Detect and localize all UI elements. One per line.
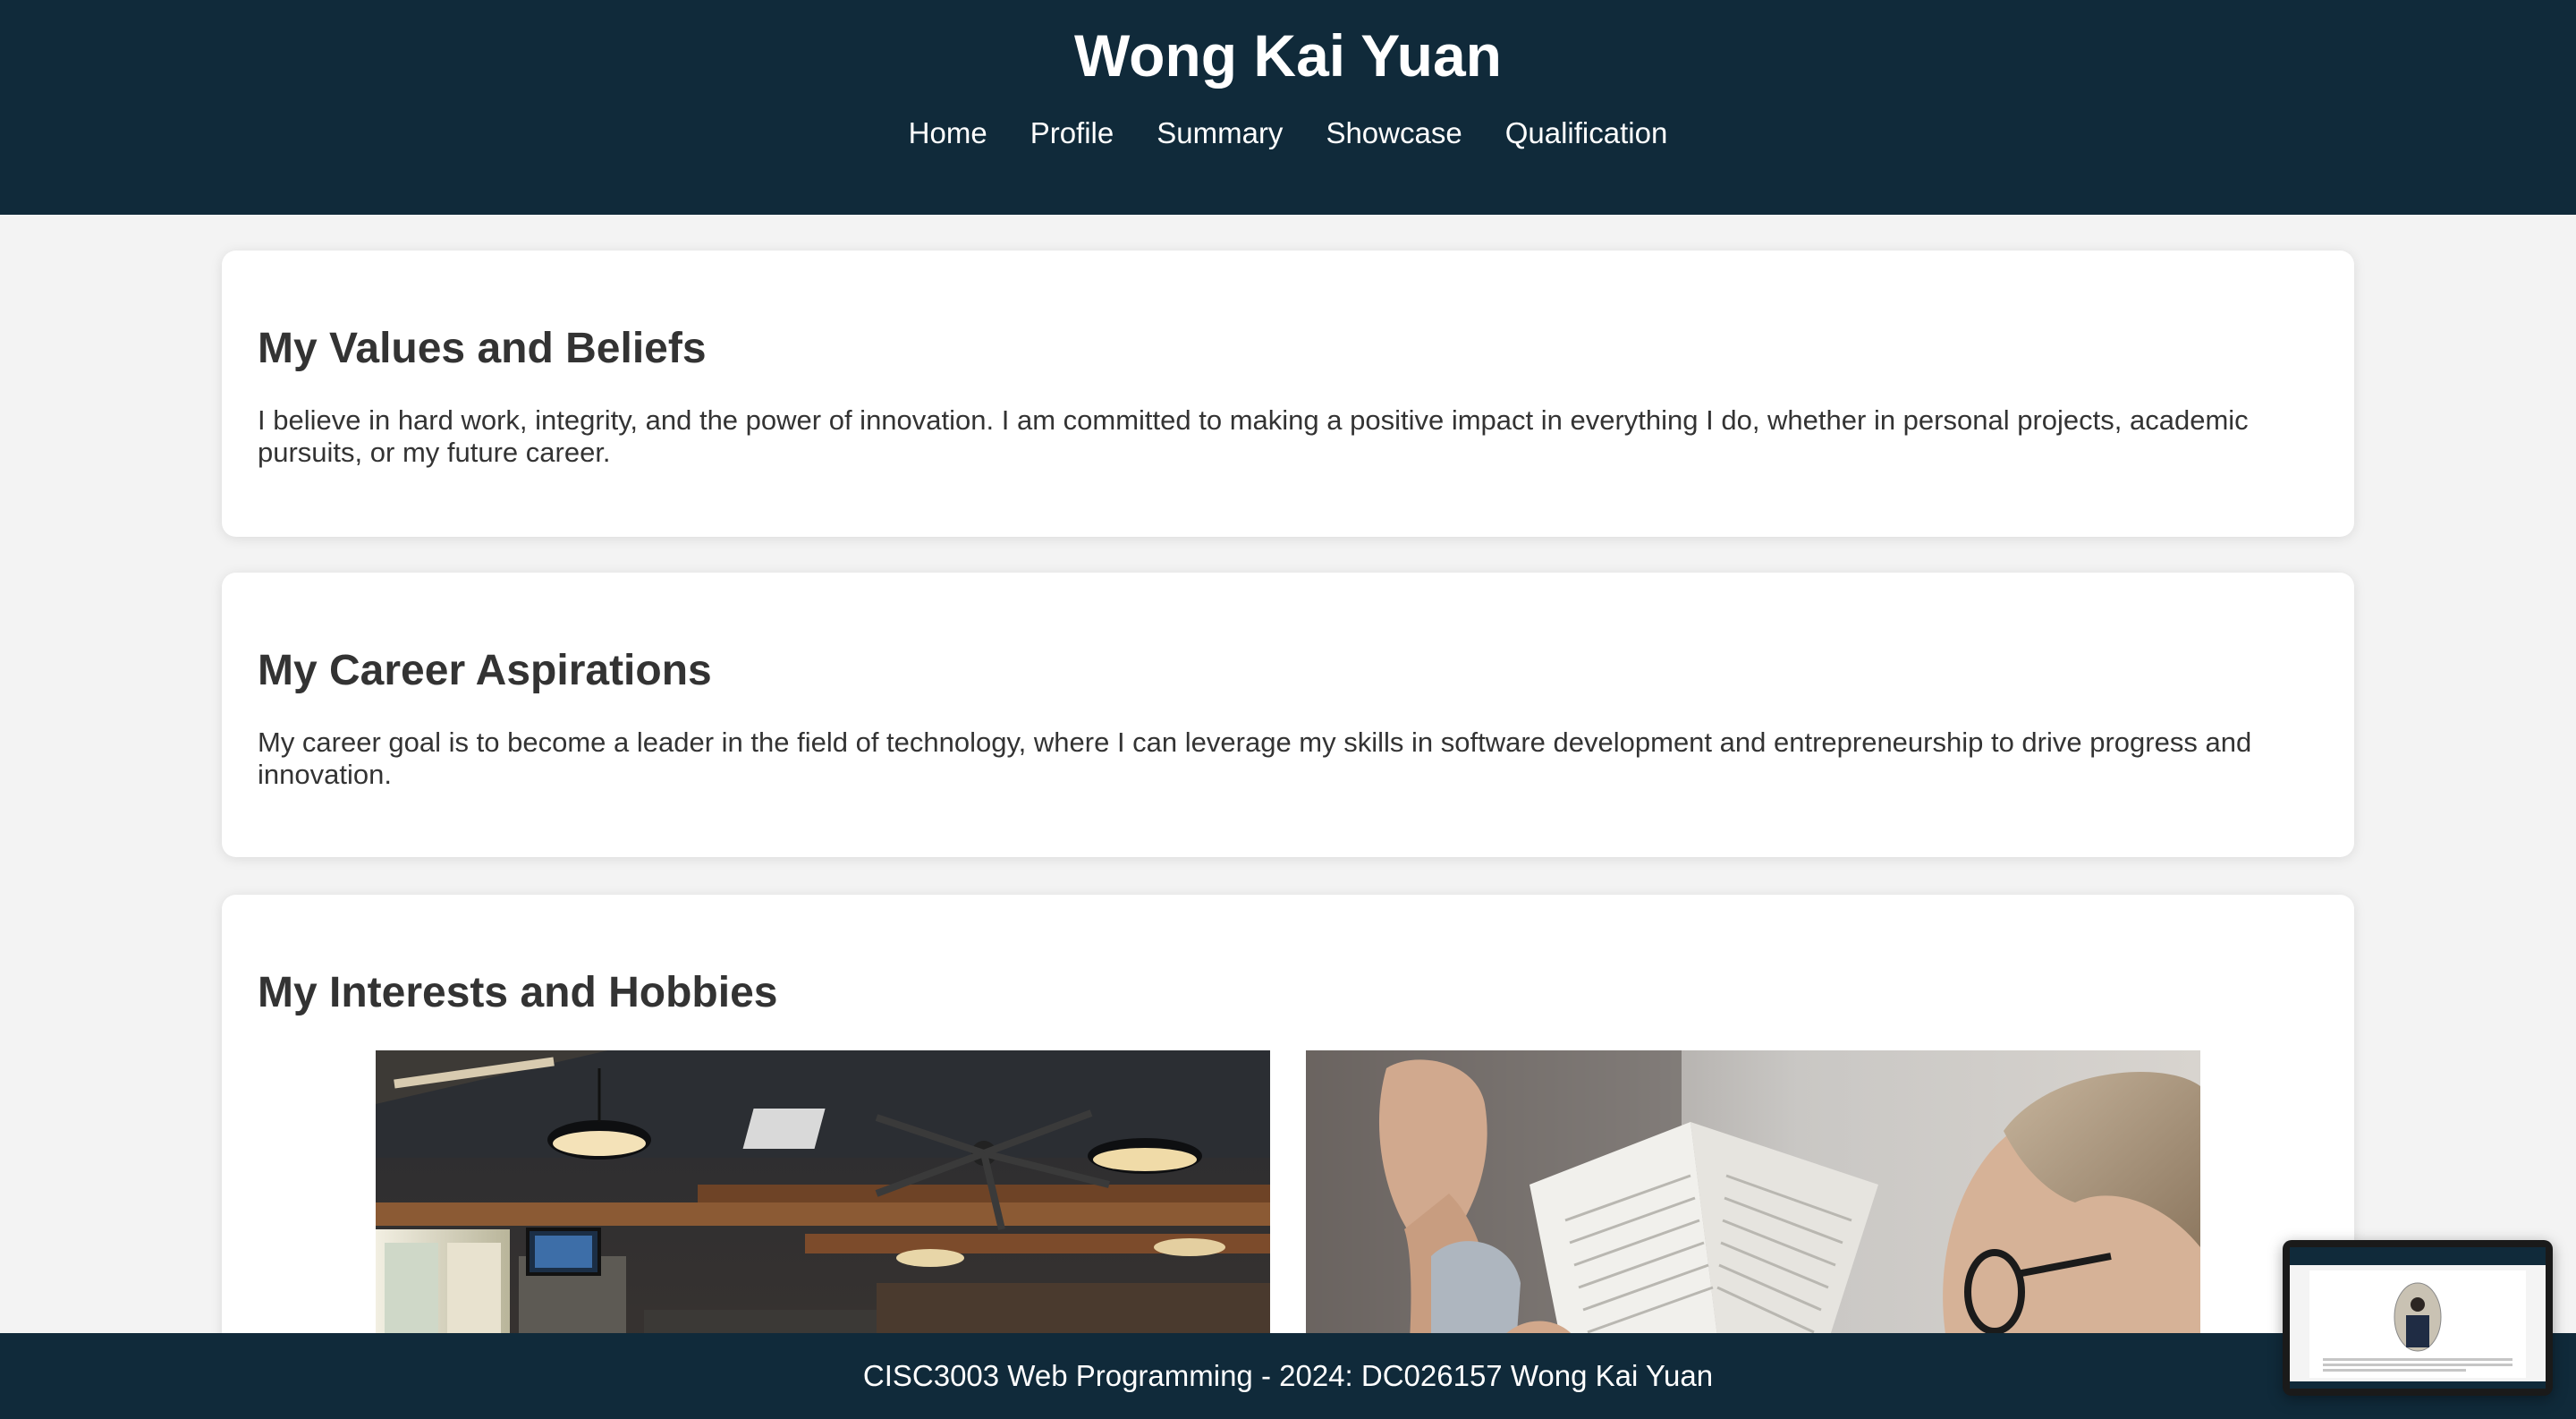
values-heading: My Values and Beliefs: [258, 325, 707, 372]
main-nav: Home Profile Summary Showcase Qualificat…: [0, 111, 2576, 156]
site-header: Wong Kai Yuan Home Profile Summary Showc…: [0, 0, 2576, 215]
nav-profile-link[interactable]: Profile: [1030, 111, 1114, 156]
site-footer: CISC3003 Web Programming - 2024: DC02615…: [0, 1333, 2576, 1419]
career-text: My career goal is to become a leader in …: [258, 726, 2252, 790]
values-text: I believe in hard work, integrity, and t…: [258, 404, 2249, 468]
nav-home-link[interactable]: Home: [909, 111, 987, 156]
picture-in-picture-preview[interactable]: [2283, 1240, 2553, 1396]
pip-screen: [2290, 1247, 2546, 1389]
pip-footer: [2290, 1381, 2546, 1389]
nav-qualification-link[interactable]: Qualification: [1505, 111, 1668, 156]
nav-summary-link[interactable]: Summary: [1157, 111, 1283, 156]
career-card: My Career Aspirations My career goal is …: [222, 573, 2354, 857]
values-card: My Values and Beliefs I believe in hard …: [222, 251, 2354, 537]
nav-showcase-link[interactable]: Showcase: [1326, 111, 1462, 156]
pip-avatar-icon: [2323, 1282, 2512, 1372]
footer-text: CISC3003 Web Programming - 2024: DC02615…: [862, 1359, 1714, 1392]
pip-body: [2309, 1270, 2526, 1378]
site-title: Wong Kai Yuan: [1074, 22, 1502, 89]
career-heading: My Career Aspirations: [258, 647, 712, 694]
interests-heading: My Interests and Hobbies: [258, 969, 778, 1016]
pip-header: [2290, 1247, 2546, 1265]
interests-card: My Interests and Hobbies: [222, 895, 2354, 1408]
